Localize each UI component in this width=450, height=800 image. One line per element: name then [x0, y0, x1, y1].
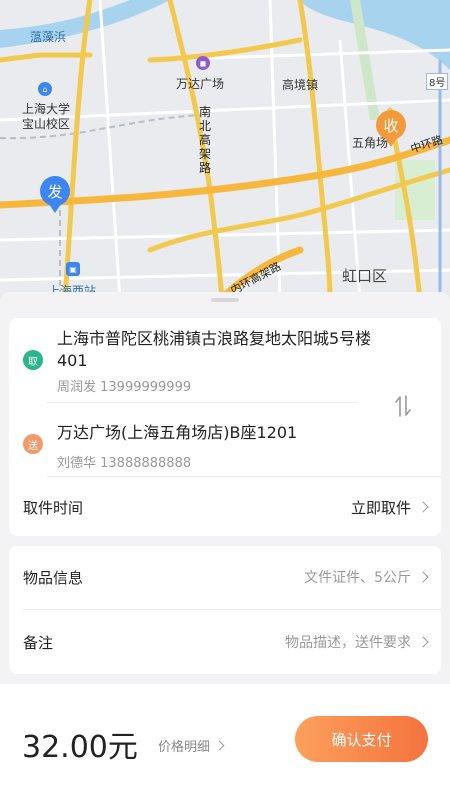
end-pin-icon: 收 — [376, 110, 406, 147]
map-label-wanda: 万达广场 — [176, 77, 225, 91]
chevron-right-icon — [417, 501, 429, 513]
chevron-right-icon — [214, 740, 225, 751]
pickup-time-label: 取件时间 — [23, 498, 84, 517]
item-info-label: 物品信息 — [23, 568, 84, 587]
pickup-time-row[interactable]: 取件时间 立即取件 — [9, 482, 441, 532]
mall-icon: ◼ — [196, 56, 210, 70]
map-label-nanbei: 南 北 高 架 路 — [198, 105, 211, 175]
map-label-metro8: 8号 — [426, 73, 449, 90]
item-info-value: 文件证件、5公斤 — [304, 567, 429, 587]
address-card: 取 上海市普陀区桃浦镇古浪路复地太阳城5号楼401 周润发 1399999999… — [9, 318, 441, 536]
map-label-shu-campus: 宝山校区 — [22, 117, 71, 131]
start-pin-icon: 发 — [40, 176, 70, 213]
map-label-hongkou: 虹口区 — [342, 267, 388, 285]
station-icon: ▣ — [66, 262, 80, 276]
confirm-pay-button[interactable]: 确认支付 — [295, 716, 428, 762]
price-detail-link[interactable]: 价格明细 — [158, 736, 225, 755]
item-card: 物品信息 文件证件、5公斤 备注 物品描述，送件要求 — [9, 546, 441, 674]
pickup-contact: 周润发 13999999999 — [57, 380, 192, 395]
chevron-right-icon — [417, 571, 429, 583]
swap-icon[interactable] — [395, 394, 411, 418]
delivery-contact: 刘德华 13888888888 — [57, 456, 192, 471]
pickup-time-value: 立即取件 — [351, 497, 429, 518]
note-placeholder: 物品描述，送件要求 — [285, 632, 429, 652]
divider — [23, 609, 441, 610]
checkout-bar: 32.00元 价格明细 确认支付 — [0, 684, 450, 800]
school-icon: ⌂ — [38, 82, 52, 96]
divider — [47, 402, 357, 403]
pickup-badge: 取 — [23, 350, 43, 370]
sheet-top — [0, 292, 450, 312]
chevron-right-icon — [417, 636, 429, 648]
map-view[interactable]: 蕰藻浜 万达广场 高境镇 上海大学 宝山校区 五角场 中环路 虹口区 上海西站 … — [0, 0, 450, 300]
delivery-badge: 送 — [23, 434, 43, 454]
item-info-row[interactable]: 物品信息 文件证件、5公斤 — [9, 552, 441, 602]
drag-handle[interactable] — [211, 298, 239, 302]
delivery-address[interactable]: 万达广场(上海五角场店)B座1201 — [57, 422, 399, 444]
map-label-gaojing: 高境镇 — [282, 78, 319, 92]
map-label-zaobang: 蕰藻浜 — [30, 30, 67, 44]
divider — [47, 476, 441, 477]
pickup-address[interactable]: 上海市普陀区桃浦镇古浪路复地太阳城5号楼401 — [57, 328, 399, 372]
note-row[interactable]: 备注 物品描述，送件要求 — [9, 617, 441, 667]
note-label: 备注 — [23, 633, 54, 652]
total-price: 32.00元 — [22, 730, 138, 765]
